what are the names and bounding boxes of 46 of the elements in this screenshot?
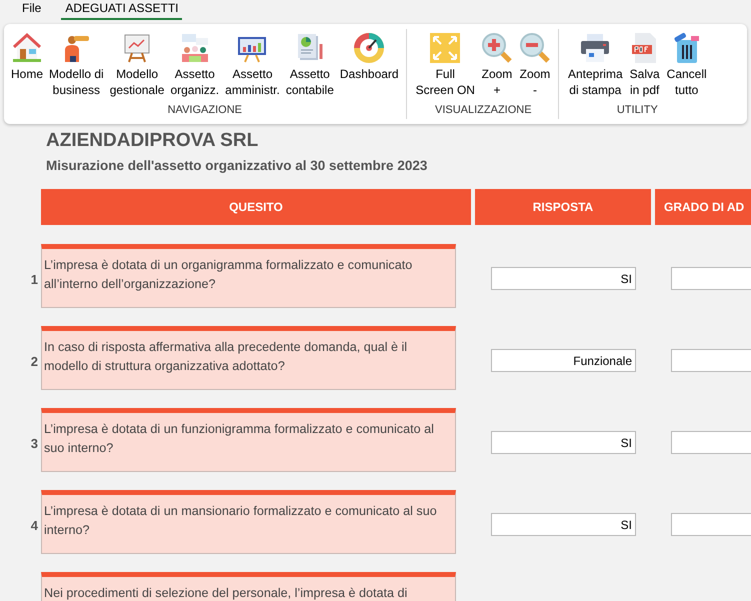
input-field[interactable] xyxy=(671,431,751,454)
house-icon xyxy=(11,32,43,64)
zoom-in-icon xyxy=(480,32,513,64)
ribbon-button[interactable]: Home xyxy=(8,29,46,102)
row-number: 4 xyxy=(30,517,38,536)
subtitle: Misurazione dell'assetto organizzativo al 30 settembre 2023 xyxy=(46,157,428,175)
answer-field[interactable]: Funzionale xyxy=(491,349,636,372)
question-cell: Nei procedimenti di selezione del personale, l’impresa è dotata di xyxy=(41,572,456,601)
row-number: 1 xyxy=(30,271,38,290)
ribbon-button[interactable]: Modello di business xyxy=(46,29,107,102)
answer-field[interactable]: SI xyxy=(491,431,636,454)
gauge-icon xyxy=(353,32,386,64)
row-number: 3 xyxy=(30,435,38,454)
ribbon-button[interactable]: Dashboard xyxy=(336,29,402,102)
company-title: AZIENDADIPROVA SRL xyxy=(46,129,260,153)
ribbon-button[interactable]: Assetto contabile xyxy=(282,29,337,102)
question-cell: L’impresa è dotata di un funzionigramma formalizzato e comunicato al suo interno? xyxy=(41,408,456,472)
ribbon-button[interactable]: Assetto amministr. xyxy=(222,29,283,102)
zoom-out-icon xyxy=(518,32,551,64)
input-field[interactable] xyxy=(671,349,751,372)
menu-tab[interactable]: ADEGUATI ASSETTI xyxy=(61,0,182,20)
question-cell: L’impresa è dotata di un mansionario formalizzato e comunicato al suo interno? xyxy=(41,490,456,554)
row-number: 2 xyxy=(30,353,38,372)
ribbon-button[interactable]: Zoom + xyxy=(478,29,516,102)
answer-field[interactable]: SI xyxy=(491,513,636,536)
ribbon-button[interactable]: Zoom - xyxy=(516,29,554,102)
ribbon-button[interactable]: Anteprima di stampa xyxy=(564,29,626,102)
question-cell: In caso di risposta affermativa alla precedente domanda, qual è il modello di struttura organizzativa adottato? xyxy=(41,326,456,390)
ribbon-button[interactable]: Salva in pdf xyxy=(626,29,664,102)
ribbon-button[interactable]: Assetto organizz. xyxy=(167,29,222,102)
question-cell: L’impresa è dotata di un organigramma formalizzato e comunicato all’interno dell’organizzazione? xyxy=(41,244,456,308)
ribbon-button[interactable]: Cancell tutto xyxy=(664,29,710,102)
column-header: QUESITO xyxy=(41,189,471,226)
expand-icon xyxy=(429,32,462,64)
input-field[interactable] xyxy=(671,267,751,290)
ribbon-group-label: VISUALIZZAZIONE xyxy=(434,102,533,118)
column-header: GRADO DI AD xyxy=(655,189,751,226)
answer-field[interactable]: SI xyxy=(491,267,636,290)
menu-tab[interactable]: File xyxy=(18,0,46,20)
ribbon-group-label: UTILITY xyxy=(616,102,659,118)
ribbon-button[interactable]: Full Screen ON xyxy=(412,29,478,102)
printer-icon xyxy=(579,32,612,64)
column-header: RISPOSTA xyxy=(475,189,651,226)
input-field[interactable] xyxy=(671,513,751,536)
ribbon-button[interactable]: Modello gestionale xyxy=(106,29,168,102)
ribbon-group-label: NAVIGAZIONE xyxy=(166,102,243,118)
